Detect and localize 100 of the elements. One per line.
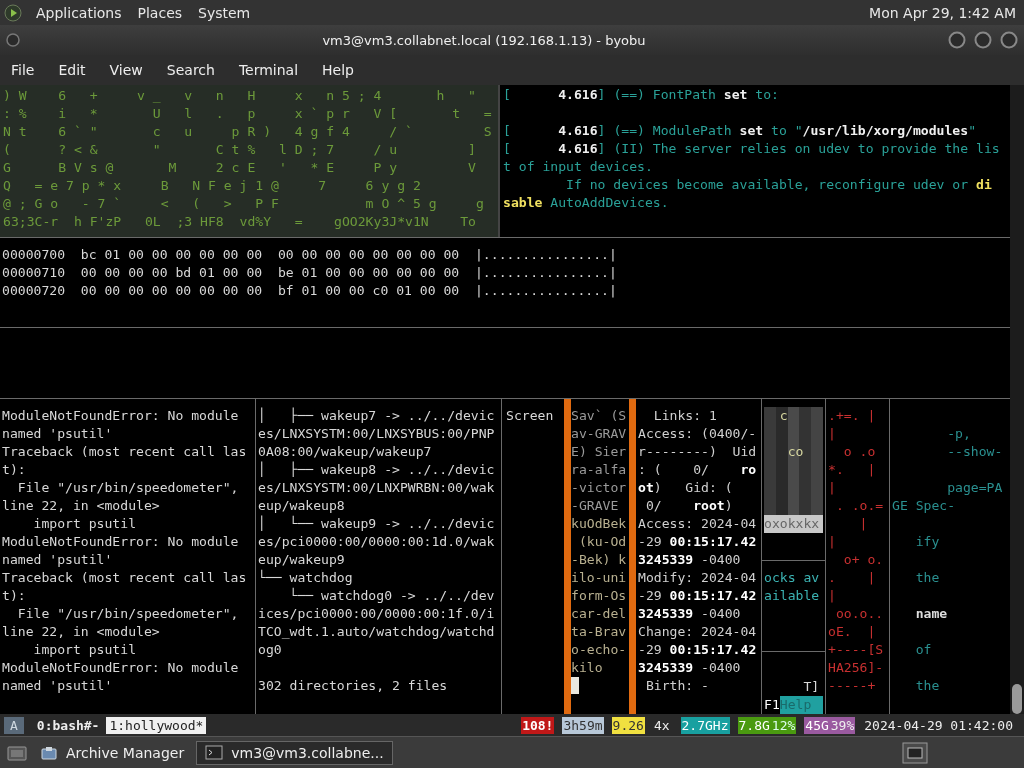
taskbar-button[interactable]: vm3@vm3.collabne... [196, 740, 393, 765]
terminal-line: Birth: - [644, 677, 710, 695]
terminal-line: -Bek) k [571, 551, 628, 569]
terminal-line: ModuleNotFoundError: No module [2, 533, 240, 551]
terminal-line: oE. | [828, 623, 877, 641]
terminal-line: G B V s @ M 2 c E ' * E P y V [3, 159, 477, 177]
terminal-icon [205, 743, 224, 762]
terminal-line: . .o.= [834, 497, 885, 515]
terminal-icon[interactable] [902, 741, 928, 764]
terminal-line: *. | [828, 461, 877, 479]
maximize-button[interactable] [974, 31, 992, 49]
terminal-line: og0 [258, 641, 283, 659]
terminal-line: of [914, 641, 933, 659]
terminal-line: r--------) Uid [638, 443, 758, 461]
terminal-line: 302 directories, 2 files [258, 677, 449, 695]
status-item: 3h59m [562, 716, 604, 734]
terminal-line: o-echo- [571, 641, 628, 659]
terminal-line: ilo-uni [571, 569, 628, 587]
terminal-line: 3245339 -0400 [638, 605, 742, 623]
terminal-line: If no devices become available, reconfigure udev or di [565, 176, 993, 194]
menu-item[interactable]: Help [315, 60, 361, 80]
terminal-line: ( ? < & " C t % l D ; 7 / u ] [3, 141, 477, 159]
terminal-line: └── watchdog0 -> ../../dev [288, 587, 496, 605]
panel-menu[interactable]: Places [135, 4, 185, 21]
status-item: 108! [521, 716, 555, 734]
clock[interactable]: Mon Apr 29, 1:42 AM [869, 4, 1016, 21]
terminal-line: -p, [946, 425, 972, 443]
terminal-line: named 'psutil' [2, 677, 114, 695]
terminal-line: -29 00:15:17.42 [638, 533, 758, 551]
terminal-line: 3245339 -0400 [638, 659, 742, 677]
terminal-line: the [914, 569, 941, 587]
terminal-line: | [828, 425, 837, 443]
terminal-line: File "/usr/bin/speedometer", [16, 605, 240, 623]
terminal-line: av-GRAV [571, 425, 628, 443]
terminal-line: @ ; G o - 7 ` < ( > P F m O ^ 5 g g [3, 195, 485, 213]
terminal-line: named 'psutil' [2, 551, 114, 569]
menu-item[interactable]: Terminal [231, 60, 306, 80]
minimize-button[interactable] [948, 31, 966, 49]
window-tab[interactable]: 0:bash#- [33, 716, 103, 734]
status-item: 2.7GHz [680, 716, 730, 734]
terminal-line: named 'psutil' [2, 425, 114, 443]
taskbar-button[interactable]: Archive Manager [32, 740, 193, 765]
terminal-line: eup/wakeup9 [258, 551, 346, 569]
terminal-line: -29 00:15:17.42 [638, 587, 758, 605]
menu-item[interactable]: Edit [51, 60, 93, 80]
window-tab[interactable]: 1:hollywood* [106, 716, 207, 734]
terminal-line: │ ├── wakeup7 -> ../../devic [258, 407, 496, 425]
terminal-line: the [914, 677, 941, 695]
terminal-line: | [828, 533, 837, 551]
terminal-line: | [858, 515, 869, 533]
terminal-line: | [828, 587, 837, 605]
terminal-line: TCO_wdt.1.auto/watchdog/watchd [258, 623, 496, 641]
key-label: F1 [764, 696, 780, 714]
active-pane[interactable]: Sav` (S av-GRAV E) Sier ra-alfa -victor -GRAVE kuOdBek (ku-Od -Bek) k ilo-uni form-Os car-del ta-Brav o-echo- kilo [564, 399, 636, 714]
terminal-line: (ku-Od [577, 533, 628, 551]
menu-item[interactable]: File [4, 60, 42, 80]
terminal-line: HA256]- [828, 659, 885, 677]
menu-item[interactable]: View [102, 60, 150, 80]
terminal-line: .+=. | [828, 407, 877, 425]
session-label: A [4, 716, 24, 734]
terminal-line: ra-alfa [571, 461, 628, 479]
terminal-line: t): [2, 587, 27, 605]
status-item: 39% [829, 716, 856, 734]
terminal-line: E) Sier [571, 443, 628, 461]
status-item: 4x [652, 716, 671, 734]
scroll-thumb[interactable] [1012, 684, 1022, 714]
status-item: 45G [804, 716, 830, 734]
terminal-line: +----[S [828, 641, 885, 659]
terminal-line: -----+ [828, 677, 877, 695]
window-menu-icon[interactable] [6, 33, 20, 47]
terminal-line: c [778, 407, 789, 425]
window-title: vm3@vm3.collabnet.local (192.168.1.13) - byobu [321, 32, 647, 48]
scrollbar[interactable] [1010, 85, 1024, 714]
terminal-line: └── watchdog [258, 569, 354, 587]
terminal-line: Access: (0400/- [638, 425, 758, 443]
terminal-line: ot) Gid: ( [638, 479, 734, 497]
terminal-line: 00000720 00 00 00 00 00 00 00 00 bf 01 00 00 c0 01 00 00 |................| [2, 282, 618, 300]
close-button[interactable] [1000, 31, 1018, 49]
terminal-line: es/LNXSYSTM:00/LNXPWRBN:00/wak [258, 479, 496, 497]
terminal-line: 00000710 00 00 00 00 bd 01 00 00 be 01 00 00 00 00 00 00 |................| [2, 264, 618, 282]
terminal-line: o .o [842, 443, 877, 461]
terminal-line: Change: 2024-04 [638, 623, 758, 641]
terminal-line: form-Os [571, 587, 628, 605]
menu-item[interactable]: Search [159, 60, 222, 80]
terminal-line: line 22, in <module> [2, 623, 161, 641]
terminal-line: kuOdBek [571, 515, 628, 533]
terminal-line: -29 00:15:17.42 [638, 641, 758, 659]
panel-menu[interactable]: System [196, 4, 253, 21]
terminal-line: sable AutoAddDevices. [503, 194, 670, 212]
terminal-line: : ( 0/ ro [638, 461, 758, 479]
terminal-line: Modify: 2024-04 [638, 569, 758, 587]
terminal-line: kilo [571, 659, 604, 677]
terminal-line: File "/usr/bin/speedometer", [16, 479, 240, 497]
panel-menu[interactable]: Applications [34, 4, 124, 21]
terminal-line: 0A08:00/wakeup/wakeup7 [258, 443, 433, 461]
terminal-line: line 22, in <module> [2, 497, 161, 515]
terminal-line: T] [802, 678, 821, 696]
logo-icon[interactable] [4, 3, 22, 22]
status-item: 12% [770, 716, 797, 734]
terminal-line: o+ o. [842, 551, 885, 569]
